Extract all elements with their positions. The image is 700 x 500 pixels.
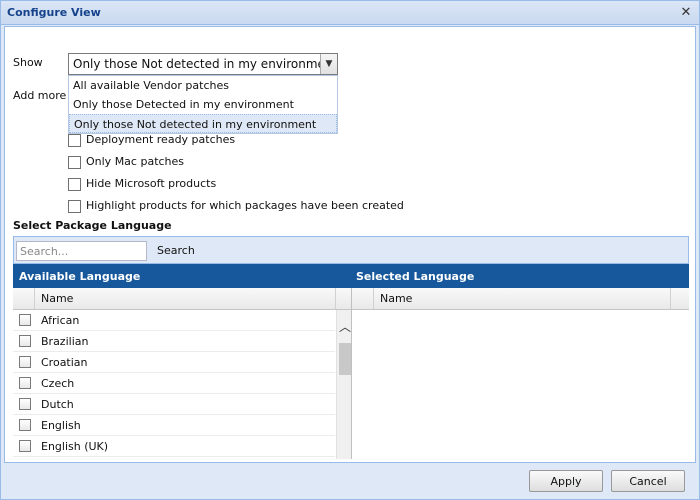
row-checkbox[interactable] xyxy=(19,398,31,410)
column-header-filler xyxy=(336,288,351,310)
show-option-not-detected[interactable]: Only those Not detected in my environmen… xyxy=(69,114,337,133)
available-language-title: Available Language xyxy=(19,270,141,283)
show-select[interactable]: Only those Not detected in my environmen… xyxy=(68,53,338,75)
cancel-button[interactable]: Cancel xyxy=(611,470,685,492)
language-panels-header: Available Language Selected Language xyxy=(13,264,689,288)
chevron-down-icon[interactable]: ▼ xyxy=(320,54,337,74)
filter-label: Highlight products for which packages ha… xyxy=(86,199,404,212)
checkbox[interactable] xyxy=(68,133,81,147)
available-language-scrollbar[interactable]: ︿ xyxy=(336,310,351,459)
show-select-value: Only those Not detected in my environmen… xyxy=(73,57,338,71)
language-name: Dutch xyxy=(41,398,74,411)
row-checkbox[interactable] xyxy=(19,419,31,431)
checkbox[interactable] xyxy=(68,177,81,191)
title-bar: Configure View ✕ xyxy=(1,1,699,25)
dialog-title: Configure View xyxy=(7,6,101,19)
filter-label: Only Mac patches xyxy=(86,155,185,168)
language-search-input[interactable] xyxy=(16,241,147,261)
checkbox[interactable] xyxy=(68,155,81,169)
select-package-language-title: Select Package Language xyxy=(13,219,172,232)
show-label: Show xyxy=(13,56,43,69)
language-search-toolbar: Search xyxy=(13,236,689,264)
filter-highlight-products[interactable]: Highlight products for which packages ha… xyxy=(68,199,404,215)
show-option-all[interactable]: All available Vendor patches xyxy=(69,76,337,95)
filter-deployment-ready[interactable]: Deployment ready patches xyxy=(68,133,235,149)
language-name: Croatian xyxy=(41,356,88,369)
available-language-grid: Name African Brazilian Croatian Czech Du… xyxy=(13,288,352,459)
language-row[interactable]: English xyxy=(13,415,335,436)
row-checkbox[interactable] xyxy=(19,377,31,389)
language-name: African xyxy=(41,314,80,327)
checkbox-column-header xyxy=(352,288,374,310)
checkbox[interactable] xyxy=(68,199,81,213)
language-name: Czech xyxy=(41,377,75,390)
filter-hide-microsoft[interactable]: Hide Microsoft products xyxy=(68,177,216,193)
name-column-header[interactable]: Name xyxy=(35,288,336,310)
add-more-filters-label: Add more f xyxy=(13,89,68,102)
language-row[interactable]: Croatian xyxy=(13,352,335,373)
filter-only-mac[interactable]: Only Mac patches xyxy=(68,155,184,171)
checkbox-column-header xyxy=(13,288,35,310)
show-dropdown-list: All available Vendor patches Only those … xyxy=(68,75,338,134)
selected-language-grid: Name xyxy=(352,288,689,459)
column-header-filler xyxy=(671,288,689,310)
row-checkbox[interactable] xyxy=(19,314,31,326)
row-checkbox[interactable] xyxy=(19,356,31,368)
language-row[interactable]: African xyxy=(13,310,335,331)
configure-view-dialog: Configure View ✕ Show Only those Not det… xyxy=(0,0,700,500)
show-option-detected[interactable]: Only those Detected in my environment xyxy=(69,95,337,114)
row-checkbox[interactable] xyxy=(19,440,31,452)
filter-label: Deployment ready patches xyxy=(86,133,236,146)
scrollbar-thumb[interactable] xyxy=(339,343,351,375)
dialog-body: Show Only those Not detected in my envir… xyxy=(4,26,696,463)
name-column-header[interactable]: Name xyxy=(374,288,671,310)
close-icon[interactable]: ✕ xyxy=(679,6,693,20)
language-row[interactable]: Czech xyxy=(13,373,335,394)
row-checkbox[interactable] xyxy=(19,335,31,347)
filter-label: Hide Microsoft products xyxy=(86,177,217,190)
chevron-up-icon[interactable]: ︿ xyxy=(337,318,351,335)
language-name: Brazilian xyxy=(41,335,89,348)
language-row[interactable]: English (UK) xyxy=(13,436,335,457)
language-name: English xyxy=(41,419,81,432)
language-name: English (UK) xyxy=(41,440,109,453)
language-row[interactable]: Dutch xyxy=(13,394,335,415)
selected-language-title: Selected Language xyxy=(356,270,475,283)
search-button[interactable]: Search xyxy=(157,244,195,257)
language-row[interactable]: Brazilian xyxy=(13,331,335,352)
apply-button[interactable]: Apply xyxy=(529,470,603,492)
